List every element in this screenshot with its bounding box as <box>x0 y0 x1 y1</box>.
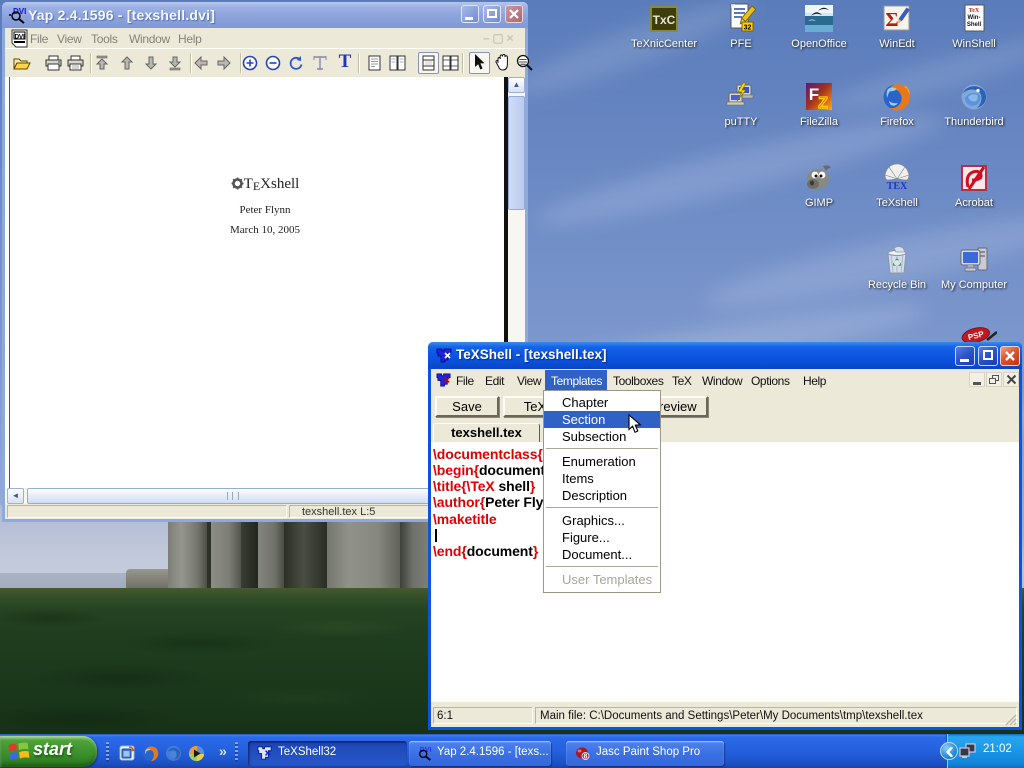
svg-text:Win-: Win- <box>968 15 981 21</box>
svg-text:TEX: TEX <box>887 181 908 192</box>
svg-text:Σ: Σ <box>885 9 898 31</box>
svg-text:DVI: DVI <box>15 34 25 41</box>
svg-text:8: 8 <box>584 754 588 761</box>
svg-text:TeX: TeX <box>969 8 980 14</box>
svg-text:32: 32 <box>744 25 752 32</box>
svg-text:TxC: TxC <box>653 13 676 27</box>
svg-text:Z: Z <box>818 95 828 112</box>
svg-text:Shell: Shell <box>967 22 982 28</box>
